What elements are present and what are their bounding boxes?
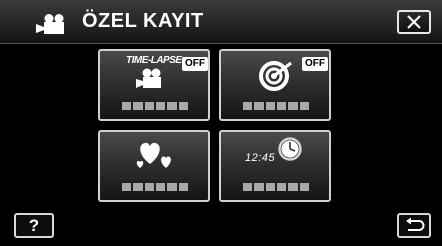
- interval-rec-tile[interactable]: 12:45: [219, 130, 331, 202]
- hearts-icon: [136, 142, 171, 168]
- interval-rec-masked-value: [243, 183, 309, 191]
- time-lapse-tile[interactable]: TIME-LAPSE OFF: [98, 49, 210, 121]
- time-lapse-off-badge: OFF: [182, 57, 208, 71]
- auto-rec-off-badge: OFF: [302, 57, 328, 71]
- return-arrow-icon: [406, 217, 425, 231]
- time-lapse-label: TIME-LAPSE: [126, 55, 182, 66]
- auto-rec-target-icon: [259, 61, 292, 91]
- smile-tile[interactable]: [98, 130, 210, 202]
- page-title: ÖZEL KAYIT: [82, 10, 204, 32]
- header-bar: ÖZEL KAYIT: [0, 0, 442, 44]
- auto-rec-masked-value: [243, 102, 309, 110]
- time-lapse-camera-icon: [136, 68, 161, 88]
- help-button[interactable]: ?: [14, 213, 54, 238]
- video-camera-icon: [36, 14, 64, 34]
- close-x-icon: [407, 15, 421, 29]
- smile-masked-value: [122, 183, 188, 191]
- time-lapse-masked-value: [122, 102, 188, 110]
- clock-time-text: 12:45: [245, 152, 276, 164]
- auto-rec-tile[interactable]: OFF: [219, 49, 331, 121]
- clock-icon: [278, 137, 302, 161]
- help-label: ?: [28, 216, 40, 235]
- back-button[interactable]: [397, 213, 431, 238]
- close-button[interactable]: [397, 10, 431, 34]
